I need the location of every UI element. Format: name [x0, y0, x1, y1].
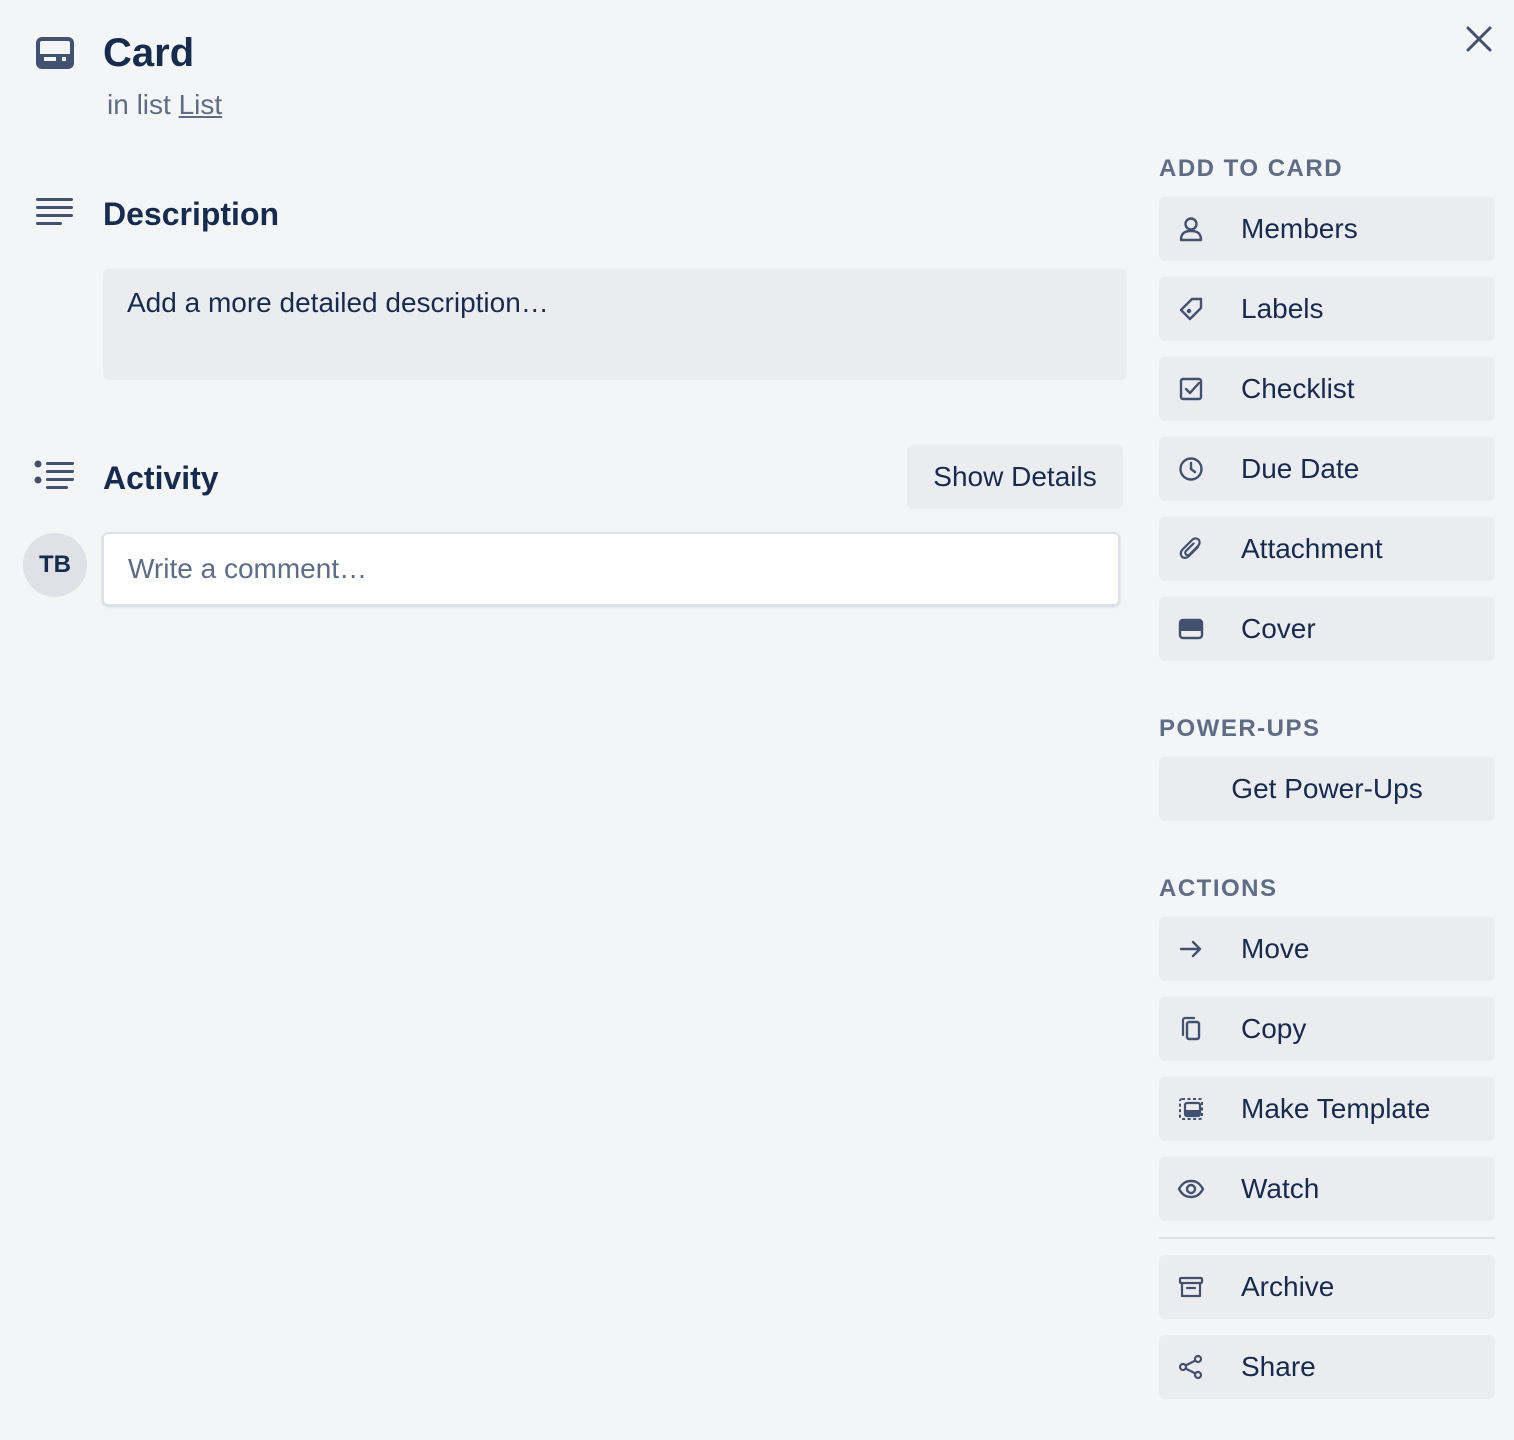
due-date-label: Due Date: [1241, 453, 1360, 484]
list-prefix: in list: [107, 89, 171, 120]
share-icon: [1177, 1353, 1205, 1381]
copy-label: Copy: [1241, 1013, 1307, 1044]
cover-button[interactable]: Cover: [1159, 597, 1495, 661]
close-icon: [1466, 26, 1492, 52]
attachment-label: Attachment: [1241, 533, 1383, 564]
power-ups-heading: POWER-UPS: [1159, 715, 1321, 742]
make-template-label: Make Template: [1241, 1093, 1431, 1124]
checklist-button[interactable]: Checklist: [1159, 357, 1495, 421]
share-label: Share: [1241, 1351, 1316, 1382]
watch-label: Watch: [1241, 1173, 1320, 1204]
share-button[interactable]: Share: [1159, 1335, 1495, 1399]
list-link[interactable]: List: [179, 89, 223, 120]
watch-button[interactable]: Watch: [1159, 1157, 1495, 1221]
tag-icon: [1177, 295, 1205, 323]
paperclip-icon: [1177, 535, 1205, 563]
checkbox-icon: [1177, 375, 1205, 403]
cover-label: Cover: [1241, 613, 1316, 644]
archive-icon: [1177, 1273, 1205, 1301]
archive-button[interactable]: Archive: [1159, 1255, 1495, 1319]
person-icon: [1177, 215, 1205, 243]
arrow-right-icon: [1177, 935, 1205, 963]
checklist-label: Checklist: [1241, 373, 1355, 404]
cover-icon: [1177, 615, 1205, 643]
clock-icon: [1177, 455, 1205, 483]
move-button[interactable]: Move: [1159, 917, 1495, 981]
due-date-button[interactable]: Due Date: [1159, 437, 1495, 501]
description-icon: [36, 196, 74, 233]
card-title[interactable]: Card: [103, 28, 194, 78]
avatar[interactable]: TB: [23, 533, 87, 597]
show-details-button[interactable]: Show Details: [907, 445, 1123, 509]
labels-label: Labels: [1241, 293, 1324, 324]
template-icon: [1177, 1095, 1205, 1123]
actions-heading: ACTIONS: [1159, 875, 1278, 902]
copy-icon: [1177, 1015, 1205, 1043]
eye-icon: [1177, 1175, 1205, 1203]
actions-divider: [1159, 1237, 1495, 1239]
move-label: Move: [1241, 933, 1310, 964]
add-to-card-heading: ADD TO CARD: [1159, 155, 1344, 182]
archive-label: Archive: [1241, 1271, 1335, 1302]
get-power-ups-button[interactable]: Get Power-Ups: [1159, 757, 1495, 821]
copy-button[interactable]: Copy: [1159, 997, 1495, 1061]
close-button[interactable]: [1458, 18, 1500, 60]
description-editor[interactable]: Add a more detailed description…: [103, 269, 1127, 380]
members-label: Members: [1241, 213, 1358, 244]
labels-button[interactable]: Labels: [1159, 277, 1495, 341]
card-list-info: in list List: [107, 86, 222, 124]
comment-input[interactable]: [102, 532, 1120, 606]
activity-icon: [34, 460, 76, 497]
attachment-button[interactable]: Attachment: [1159, 517, 1495, 581]
activity-heading: Activity: [103, 460, 219, 496]
make-template-button[interactable]: Make Template: [1159, 1077, 1495, 1141]
card-icon: [36, 36, 74, 70]
members-button[interactable]: Members: [1159, 197, 1495, 261]
description-heading: Description: [103, 196, 280, 232]
